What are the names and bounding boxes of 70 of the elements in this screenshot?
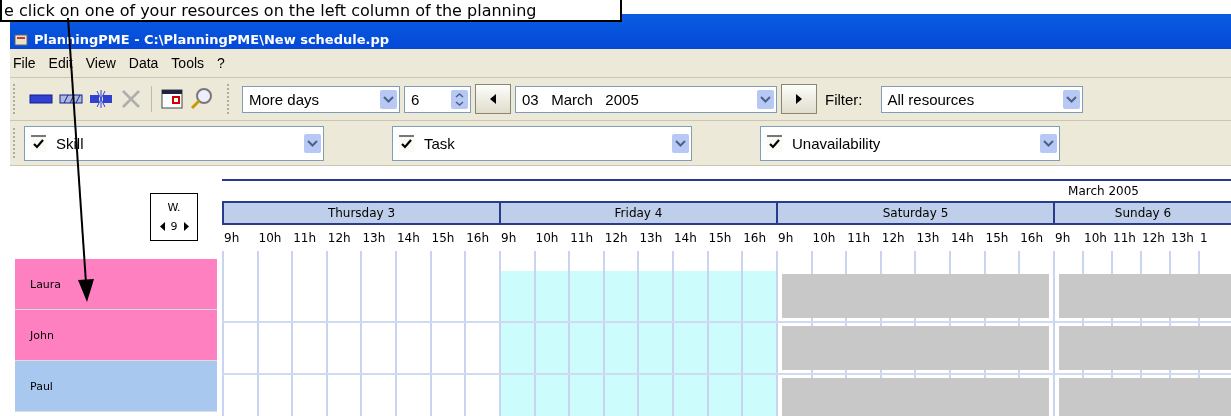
hour-label: 9h — [223, 231, 241, 245]
hour-label: 12h — [880, 231, 906, 245]
filter-label: Filter: — [825, 90, 863, 108]
checkbox[interactable] — [399, 134, 414, 152]
hour-label: 11h — [569, 231, 595, 245]
week-navigator[interactable]: W. 9 — [150, 193, 198, 241]
month-label: March 2005 — [1068, 184, 1139, 198]
day-header: Saturday 5 — [776, 201, 1053, 225]
hour-label: 13h — [361, 231, 387, 245]
menu-item[interactable]: Data — [125, 55, 167, 71]
hour-label: 11h — [846, 231, 872, 245]
hour-label: 9h — [1054, 231, 1072, 245]
hour-label: 1 — [1199, 231, 1209, 245]
hour-label: 9h — [500, 231, 518, 245]
calendar-icon[interactable] — [159, 86, 185, 112]
callout-text: e click on one of your resources on the left column of the planning — [0, 0, 622, 22]
hour-label: 15h — [430, 231, 456, 245]
hour-label: 14h — [672, 231, 698, 245]
hour-label: 10h — [1083, 231, 1108, 245]
next-button[interactable] — [781, 84, 817, 114]
hour-label: 13h — [638, 231, 664, 245]
search-icon[interactable] — [189, 86, 215, 112]
filter-dropdown[interactable]: All resources — [880, 85, 1083, 113]
previous-button[interactable] — [475, 84, 511, 114]
hour-label: 14h — [949, 231, 975, 245]
hour-label: 10h — [534, 231, 560, 245]
hour-label: 13h — [1170, 231, 1195, 245]
hour-label: 12h — [1141, 231, 1166, 245]
hour-label: 12h — [326, 231, 352, 245]
checkbox[interactable] — [767, 134, 782, 152]
hour-label: 15h — [984, 231, 1010, 245]
date-dropdown[interactable]: 03 March 2005 — [515, 85, 777, 113]
view-mode-dropdown[interactable]: More days — [242, 85, 400, 113]
day-header: Sunday 6 — [1053, 201, 1231, 225]
hour-label: 9h — [777, 231, 795, 245]
hour-label: 14h — [395, 231, 421, 245]
checkbox[interactable] — [31, 134, 46, 152]
hour-label: 11h — [292, 231, 318, 245]
left-triangle-icon[interactable] — [159, 222, 165, 232]
checkmark-icon — [401, 139, 412, 149]
menu-item[interactable]: ? — [214, 55, 233, 71]
resource-row-header[interactable]: John — [15, 310, 217, 361]
spinner-arrows-icon[interactable] — [451, 89, 468, 109]
hour-label: 12h — [603, 231, 629, 245]
hour-label: 10h — [257, 231, 283, 245]
filter-dropdown[interactable]: Task — [392, 125, 692, 161]
day-header: Friday 4 — [499, 201, 776, 225]
app-icon — [14, 33, 28, 47]
left-triangle-icon — [490, 94, 496, 104]
hour-label: 10h — [811, 231, 837, 245]
hour-label: 13h — [915, 231, 941, 245]
right-triangle-icon — [796, 94, 802, 104]
checkmark-icon — [33, 139, 44, 149]
filter-dropdown[interactable]: Unavailability — [760, 125, 1060, 161]
hour-label: 16h — [1019, 231, 1045, 245]
hour-label: 15h — [707, 231, 733, 245]
menu-item[interactable]: File — [10, 55, 44, 71]
checkmark-icon — [769, 139, 780, 149]
week-number: 9 — [170, 220, 178, 234]
hour-label: 11h — [1112, 231, 1137, 245]
resource-row-header[interactable]: Laura — [15, 259, 217, 310]
hour-label: 16h — [465, 231, 491, 245]
week-label: W. — [167, 200, 181, 214]
day-header: Thursday 3 — [222, 201, 499, 225]
menu-item[interactable]: Tools — [168, 55, 213, 71]
hour-label: 16h — [742, 231, 768, 245]
day-count-spinner[interactable]: 6 — [404, 85, 471, 113]
right-triangle-icon[interactable] — [183, 222, 189, 232]
resource-row-header[interactable]: Paul — [15, 361, 217, 412]
menu-item[interactable]: View — [82, 55, 124, 71]
